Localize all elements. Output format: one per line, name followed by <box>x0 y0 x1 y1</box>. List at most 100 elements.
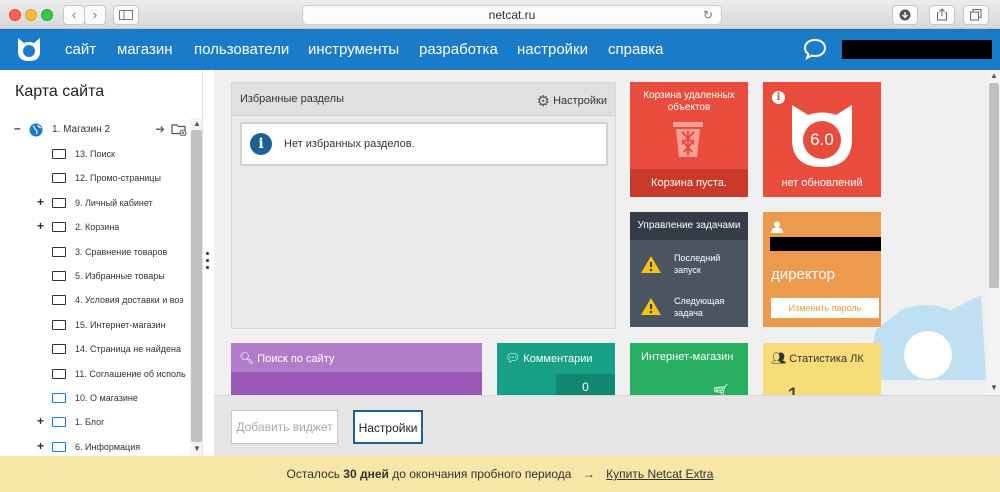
tree-item[interactable]: 3. Сравнение товаров <box>0 241 190 265</box>
expand-icon[interactable]: + <box>37 195 44 209</box>
tree-item-label: 15. Интернет-магазин <box>75 319 166 330</box>
tree-item[interactable]: +1. Блог <box>0 411 190 435</box>
comments-header: 💬︎ Комментарии <box>497 343 615 372</box>
tree-item[interactable]: 4. Условия доставки и воз <box>0 289 190 313</box>
favorites-header: Избранные разделы ⚙ Настройки <box>232 83 615 116</box>
sidebar-toggle-icon[interactable] <box>113 5 139 25</box>
user-account-redacted[interactable] <box>842 40 992 59</box>
folder-icon <box>52 173 66 184</box>
tasks-next-task: Следующая задача <box>674 296 725 318</box>
search-widget-header: 🔍︎ Поиск по сайту <box>231 343 482 372</box>
close-window-button[interactable] <box>9 9 21 21</box>
stats-header: 👥︎ Статистика ЛК <box>763 343 881 372</box>
nav-users[interactable]: пользователи <box>194 29 289 70</box>
maximize-window-button[interactable] <box>41 9 53 21</box>
tasks-last-run: Последний запуск <box>674 253 721 275</box>
nav-development[interactable]: разработка <box>419 29 498 70</box>
comments-widget[interactable]: 💬︎ Комментарии 0 <box>497 343 615 395</box>
trial-banner: Осталось 30 дней до окончания пробного п… <box>0 456 1000 492</box>
address-bar[interactable]: netcat.ru ↻ <box>302 5 722 25</box>
reload-icon[interactable]: ↻ <box>703 6 713 24</box>
favorites-empty-message: i Нет избранных разделов. <box>240 122 608 166</box>
shop-widget[interactable]: Интернет-магазин 🛒︎ <box>630 343 748 395</box>
share-icon[interactable] <box>929 5 955 25</box>
arrow-right-icon[interactable]: ➜ <box>155 122 165 136</box>
trash-title: Корзина удаленных объектов <box>643 90 735 113</box>
tree-item-label: 2. Корзина <box>75 222 120 233</box>
tree-root[interactable]: – 1. Магазин 2 ➜ <box>0 119 190 143</box>
tree-item[interactable]: +2. Корзина <box>0 216 190 240</box>
main-scrollbar[interactable]: ▲ ▼ <box>988 70 1000 396</box>
expand-icon[interactable]: + <box>37 414 44 428</box>
tree-item-label: 14. Страница не найдена <box>75 344 182 355</box>
sidebar-scroll-thumb[interactable] <box>191 130 202 442</box>
tasks-widget[interactable]: Управление задачами Последний запуск Сле… <box>630 212 748 327</box>
scroll-down-icon[interactable]: ▼ <box>990 383 998 392</box>
trial-days: 30 дней <box>343 467 389 481</box>
tree-item[interactable]: 10. О магазине <box>0 387 190 411</box>
favorites-empty-text: Нет избранных разделов. <box>284 138 415 150</box>
scroll-up-icon[interactable]: ▲ <box>990 71 998 80</box>
tree-root-label: 1. Магазин 2 <box>52 124 111 135</box>
gear-icon: ⚙ <box>536 93 550 110</box>
nav-shop[interactable]: магазин <box>117 29 173 70</box>
chat-icon[interactable] <box>803 38 827 60</box>
minimize-window-button[interactable] <box>25 9 37 21</box>
tree-item[interactable]: +9. Личный кабинет <box>0 192 190 216</box>
user-widget[interactable]: директор Изменить пароль <box>763 212 881 327</box>
add-widget-button[interactable]: Добавить виджет <box>231 410 338 444</box>
expand-icon[interactable]: + <box>37 219 44 233</box>
shop-widget-title: Интернет-магазин <box>641 351 734 363</box>
tree-item[interactable]: 12. Промо-страницы <box>0 167 190 191</box>
tabs-icon[interactable] <box>963 5 989 25</box>
folder-icon <box>52 295 66 306</box>
tree-item[interactable]: 13. Поиск <box>0 143 190 167</box>
favorites-settings-button[interactable]: ⚙ Настройки <box>537 92 607 110</box>
stats-widget[interactable]: 👥︎ Статистика ЛК 1 0 <box>763 343 881 395</box>
cart-icon: 🛒︎ <box>712 383 730 395</box>
sidebar-scrollbar[interactable]: ▲ ▼ <box>190 118 202 456</box>
scroll-down-icon[interactable]: ▼ <box>193 444 201 453</box>
dashboard-settings-button[interactable]: Настройки <box>353 410 423 444</box>
info-icon: i <box>250 133 272 155</box>
add-folder-icon[interactable] <box>171 123 187 136</box>
trash-widget[interactable]: Корзина удаленных объектов Корзина пуста… <box>630 82 748 197</box>
tree-item[interactable]: 5. Избранные товары <box>0 265 190 289</box>
back-icon[interactable]: ‹ <box>63 5 85 25</box>
expand-icon[interactable]: + <box>37 439 44 453</box>
search-widget[interactable]: 🔍︎ Поиск по сайту <box>231 343 482 395</box>
search-widget-title: Поиск по сайту <box>257 353 335 365</box>
tree-item[interactable]: +6. Информация <box>0 436 190 456</box>
collapse-icon[interactable]: – <box>14 121 21 135</box>
forward-icon[interactable]: › <box>84 5 106 25</box>
netcat-logo-icon[interactable] <box>15 36 43 62</box>
tree-item[interactable]: 11. Соглашение об исполь <box>0 363 190 387</box>
change-password-button[interactable]: Изменить пароль <box>771 298 879 318</box>
folder-icon <box>52 271 66 281</box>
comments-count: 0 <box>556 374 615 395</box>
favorites-settings-label: Настройки <box>553 95 607 107</box>
tree-item-label: 11. Соглашение об исполь <box>75 368 186 379</box>
nav-site[interactable]: сайт <box>65 29 96 70</box>
tree-item-label: 13. Поиск <box>75 149 115 159</box>
version-number: 6.0 <box>810 130 834 149</box>
main-scroll-thumb[interactable] <box>989 83 999 288</box>
info-icon[interactable]: i <box>772 91 785 104</box>
people-icon: 👥︎ <box>771 351 787 365</box>
nav-help[interactable]: справка <box>608 29 664 70</box>
tree-item-label: 5. Избранные товары <box>75 271 165 281</box>
tree-item[interactable]: 14. Страница не найдена <box>0 338 190 362</box>
top-navigation: сайт магазин пользователи инструменты ра… <box>0 29 1000 70</box>
buy-extra-link[interactable]: Купить Netcat Extra <box>606 467 713 481</box>
panel-resize-handle[interactable] <box>206 252 210 272</box>
tree-item-label: 4. Условия доставки и воз <box>75 295 184 306</box>
tree-item-label: 3. Сравнение товаров <box>75 246 168 257</box>
user-name-redacted <box>770 237 881 251</box>
scroll-up-icon[interactable]: ▲ <box>193 119 201 128</box>
nav-settings[interactable]: настройки <box>517 29 588 70</box>
download-icon[interactable] <box>892 5 918 25</box>
updates-widget[interactable]: i 6.0 нет обновлений <box>763 82 881 197</box>
folder-icon <box>52 197 66 208</box>
nav-tools[interactable]: инструменты <box>308 29 399 70</box>
tree-item[interactable]: 15. Интернет-магазин <box>0 314 190 338</box>
